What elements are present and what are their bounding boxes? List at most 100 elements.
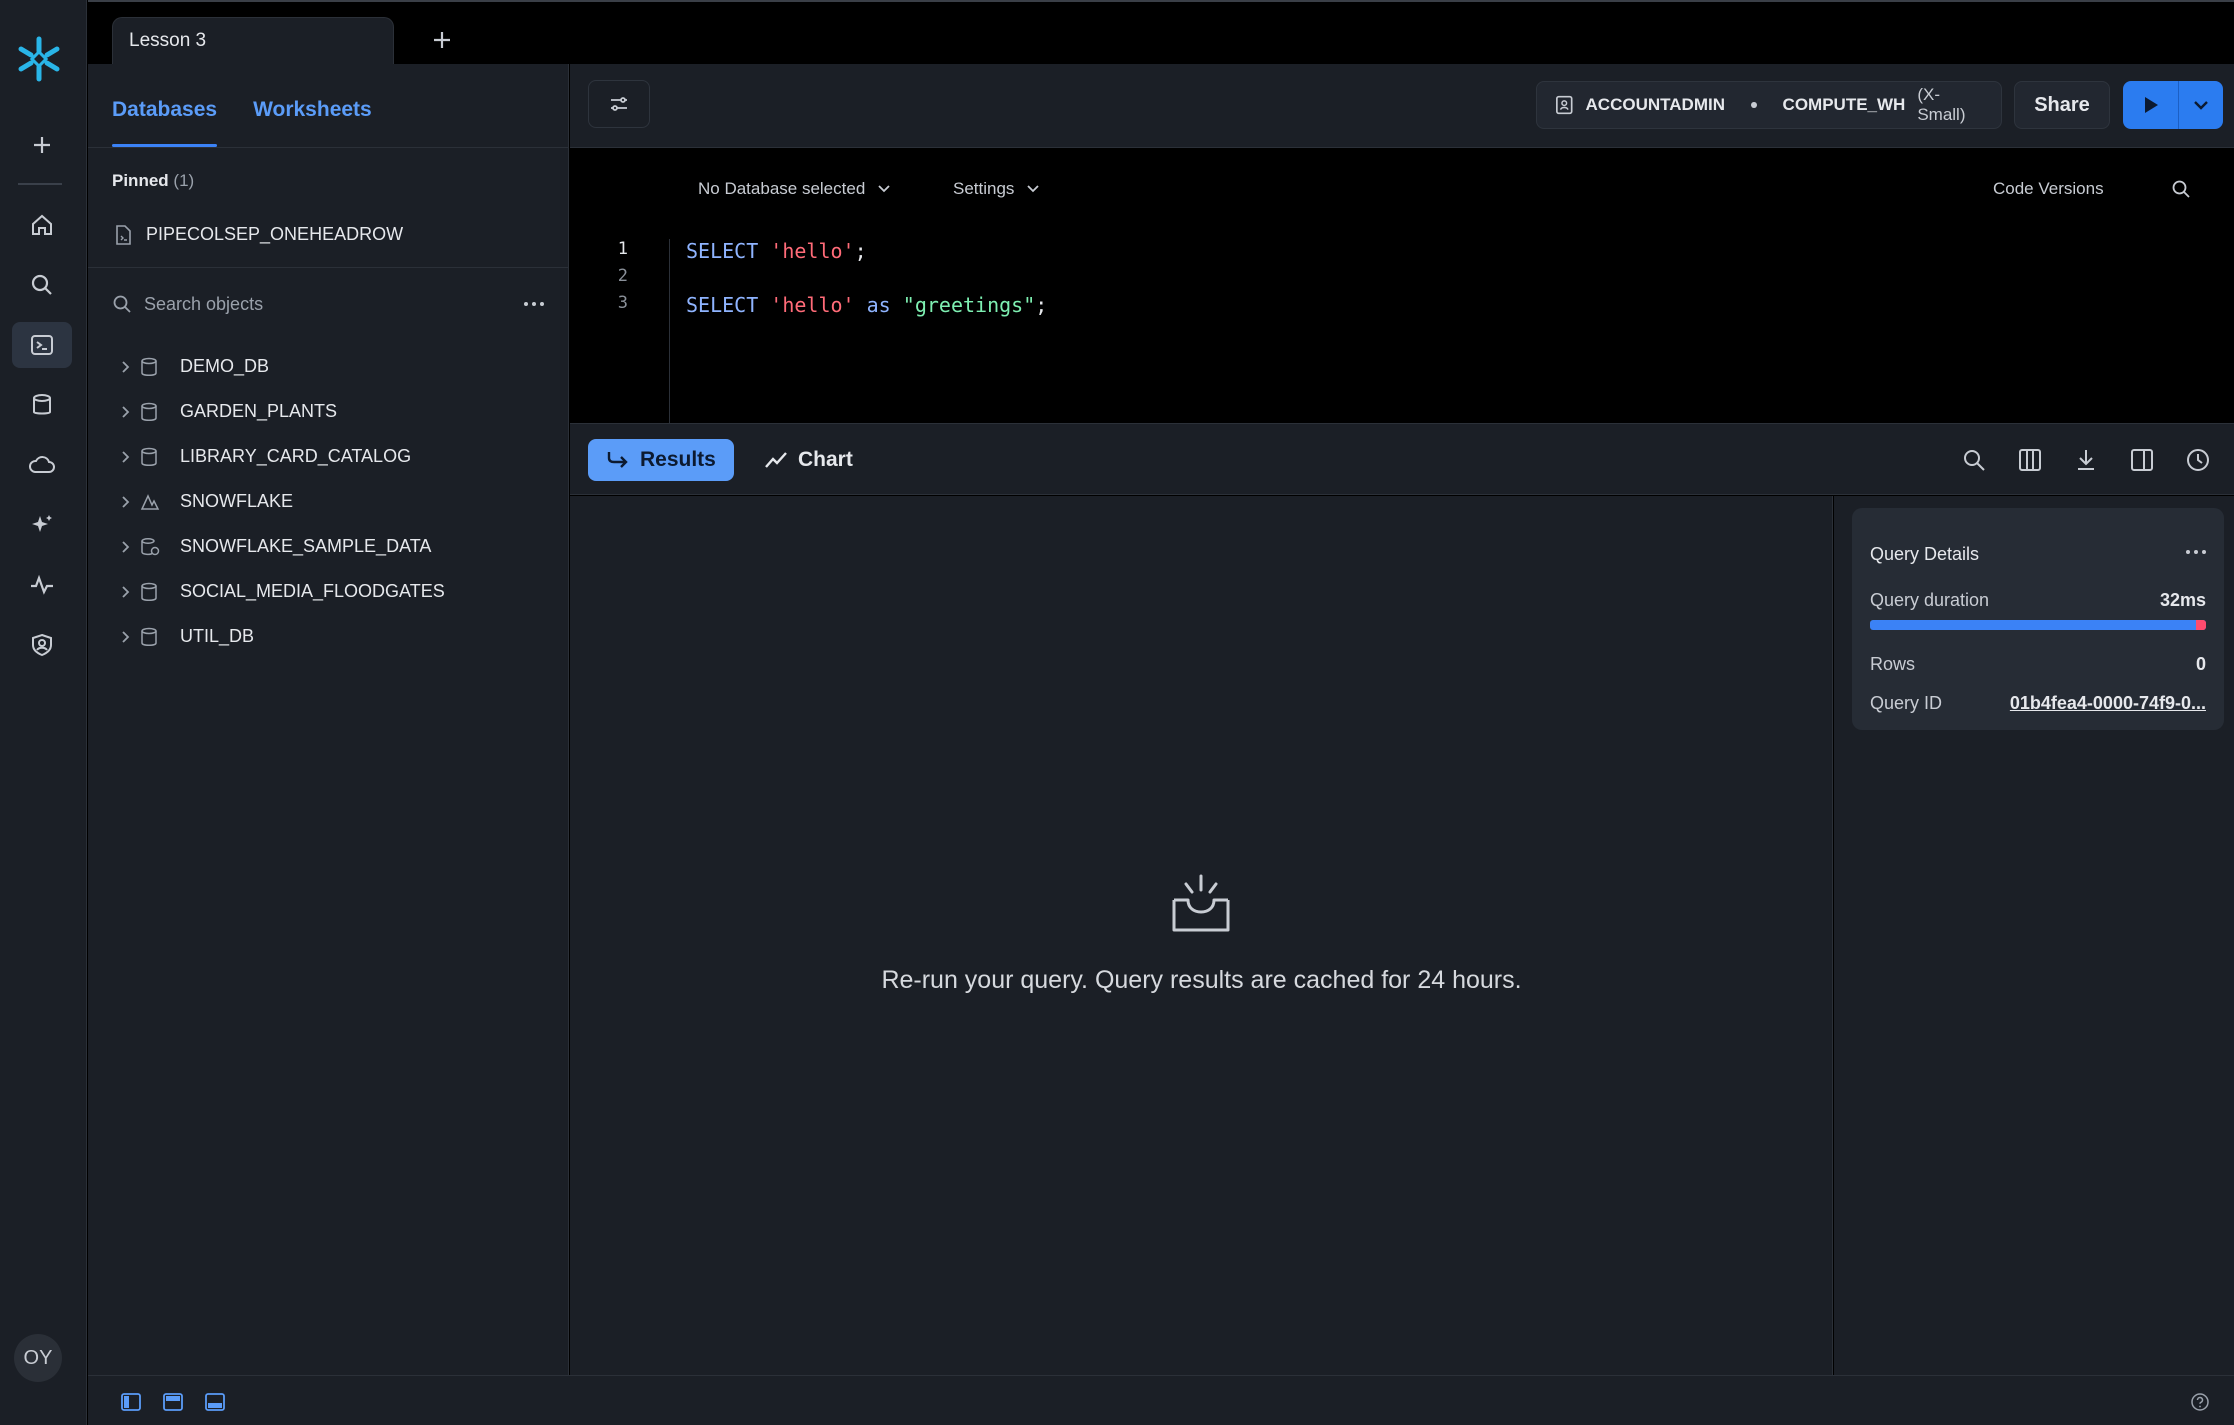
browser-tabs: Databases Worksheets bbox=[112, 98, 372, 148]
database-name: GARDEN_PLANTS bbox=[180, 401, 338, 421]
ai-sparkle-icon[interactable] bbox=[12, 502, 72, 548]
divider bbox=[88, 147, 569, 148]
warehouse-size: (X-Small) bbox=[1917, 85, 1966, 124]
database-item[interactable]: UTIL_DB bbox=[114, 614, 544, 659]
string-literal: 'hello' bbox=[770, 293, 855, 317]
search-icon[interactable] bbox=[12, 262, 72, 308]
duration-bar bbox=[1870, 620, 2206, 630]
snowflake-logo-icon[interactable] bbox=[14, 34, 64, 84]
database-name: SNOWFLAKE_SAMPLE_DATA bbox=[180, 536, 432, 556]
worksheet-header: ACCOUNTADMIN COMPUTE_WH (X-Small) Share bbox=[570, 64, 2234, 148]
chevron-right-icon[interactable] bbox=[114, 630, 138, 644]
database-item[interactable]: LIBRARY_CARD_CATALOG bbox=[114, 434, 544, 479]
worksheet-file-icon bbox=[116, 224, 131, 245]
admin-shield-icon[interactable] bbox=[12, 622, 72, 668]
run-button[interactable] bbox=[2123, 81, 2179, 129]
chevron-right-icon[interactable] bbox=[114, 585, 138, 599]
download-icon[interactable] bbox=[2070, 444, 2102, 476]
user-avatar[interactable]: OY bbox=[14, 1334, 62, 1382]
code-versions-button[interactable]: Code Versions bbox=[1993, 179, 2104, 199]
code-content[interactable]: SELECT 'hello'; SELECT 'hello' as "greet… bbox=[686, 239, 1047, 320]
gutter-divider bbox=[669, 239, 670, 423]
activity-icon[interactable] bbox=[12, 562, 72, 608]
role-warehouse-selector[interactable]: ACCOUNTADMIN COMPUTE_WH (X-Small) bbox=[1536, 81, 2002, 129]
database-item[interactable]: SOCIAL_MEDIA_FLOODGATES bbox=[114, 569, 544, 614]
chart-tab[interactable]: Chart bbox=[746, 439, 871, 481]
pinned-item-label: PIPECOLSEP_ONEHEADROW bbox=[146, 224, 404, 244]
chevron-right-icon[interactable] bbox=[114, 450, 138, 464]
database-name: UTIL_DB bbox=[180, 626, 255, 646]
worksheet-tab-strip: Lesson 3 bbox=[88, 0, 2234, 66]
more-options-icon[interactable] bbox=[524, 302, 544, 306]
rail-divider bbox=[18, 183, 62, 185]
line-number: 2 bbox=[617, 266, 628, 286]
query-id-row: Query ID 01b4fea4-0000-74f9-0... bbox=[1870, 693, 2206, 714]
left-nav-rail: OY bbox=[0, 0, 87, 1425]
keyword: SELECT bbox=[686, 293, 759, 317]
chevron-down-icon bbox=[2194, 101, 2208, 110]
database-icon bbox=[140, 582, 170, 602]
more-options-icon[interactable] bbox=[2186, 550, 2206, 554]
database-item[interactable]: GARDEN_PLANTS bbox=[114, 389, 544, 434]
chevron-down-icon bbox=[1027, 185, 1040, 193]
duration-label: Query duration bbox=[1870, 590, 1990, 610]
results-label: Results bbox=[640, 448, 716, 471]
chevron-right-icon[interactable] bbox=[114, 405, 138, 419]
data-icon[interactable] bbox=[12, 382, 72, 428]
worksheet-tab[interactable]: Lesson 3 bbox=[112, 17, 394, 66]
pinned-worksheet-item[interactable]: PIPECOLSEP_ONEHEADROW bbox=[114, 224, 403, 245]
settings-dropdown[interactable]: Settings bbox=[953, 179, 1040, 199]
pinned-label: Pinned bbox=[112, 171, 169, 190]
punctuation: ; bbox=[854, 239, 867, 263]
chevron-right-icon[interactable] bbox=[114, 360, 138, 374]
results-area: Re-run your query. Query results are cac… bbox=[570, 496, 1833, 1375]
new-tab-plus-icon[interactable] bbox=[422, 20, 462, 60]
filter-settings-button[interactable] bbox=[588, 80, 650, 128]
create-icon[interactable] bbox=[12, 122, 72, 168]
results-tab[interactable]: Results bbox=[588, 439, 734, 481]
database-icon bbox=[140, 627, 170, 647]
home-icon[interactable] bbox=[12, 202, 72, 248]
toggle-left-panel-icon[interactable] bbox=[120, 1391, 142, 1413]
code-line: SELECT 'hello'; bbox=[686, 239, 1047, 266]
chevron-down-icon bbox=[878, 185, 890, 193]
toggle-side-panel-icon[interactable] bbox=[2126, 444, 2158, 476]
toggle-top-panel-icon[interactable] bbox=[162, 1391, 184, 1413]
history-clock-icon[interactable] bbox=[2182, 444, 2214, 476]
query-details-card: Query Details Query duration 32ms Rows 0… bbox=[1852, 508, 2224, 730]
tab-databases[interactable]: Databases bbox=[112, 98, 218, 148]
line-number: 1 bbox=[617, 239, 628, 259]
search-input[interactable]: Search objects bbox=[144, 294, 263, 315]
editor-toolbar: No Database selected Settings Code Versi… bbox=[570, 149, 2234, 199]
toggle-bottom-panel-icon[interactable] bbox=[204, 1391, 226, 1413]
database-list: DEMO_DB GARDEN_PLANTS LIBRARY_CARD_CATAL… bbox=[114, 344, 544, 659]
chart-label: Chart bbox=[798, 448, 853, 471]
help-icon[interactable] bbox=[2190, 1392, 2210, 1412]
chevron-right-icon[interactable] bbox=[114, 495, 138, 509]
run-options-dropdown[interactable] bbox=[2179, 81, 2223, 129]
tab-worksheets[interactable]: Worksheets bbox=[253, 98, 372, 148]
cloud-icon[interactable] bbox=[12, 442, 72, 488]
database-item[interactable]: SNOWFLAKE bbox=[114, 479, 544, 524]
database-selector[interactable]: No Database selected bbox=[698, 179, 891, 199]
string-literal: 'hello' bbox=[770, 239, 855, 263]
database-item[interactable]: SNOWFLAKE_SAMPLE_DATA bbox=[114, 524, 544, 569]
query-id-link[interactable]: 01b4fea4-0000-74f9-0... bbox=[2010, 693, 2206, 714]
sql-editor[interactable]: No Database selected Settings Code Versi… bbox=[570, 149, 2234, 423]
database-icon bbox=[140, 357, 170, 377]
database-selector-label: No Database selected bbox=[698, 179, 866, 198]
sliders-icon bbox=[611, 97, 627, 111]
editor-search-icon[interactable] bbox=[2171, 179, 2191, 199]
chevron-right-icon[interactable] bbox=[114, 540, 138, 554]
keyword: SELECT bbox=[686, 239, 759, 263]
columns-icon[interactable] bbox=[2014, 444, 2046, 476]
search-results-icon[interactable] bbox=[1958, 444, 1990, 476]
worksheets-icon[interactable] bbox=[12, 322, 72, 368]
database-item[interactable]: DEMO_DB bbox=[114, 344, 544, 389]
search-objects[interactable]: Search objects bbox=[112, 288, 544, 320]
share-button[interactable]: Share bbox=[2014, 81, 2110, 129]
query-details-title: Query Details bbox=[1870, 544, 1980, 564]
results-tools bbox=[1958, 444, 2214, 476]
status-bar bbox=[88, 1375, 2234, 1425]
query-duration-row: Query duration 32ms bbox=[1870, 590, 2206, 611]
